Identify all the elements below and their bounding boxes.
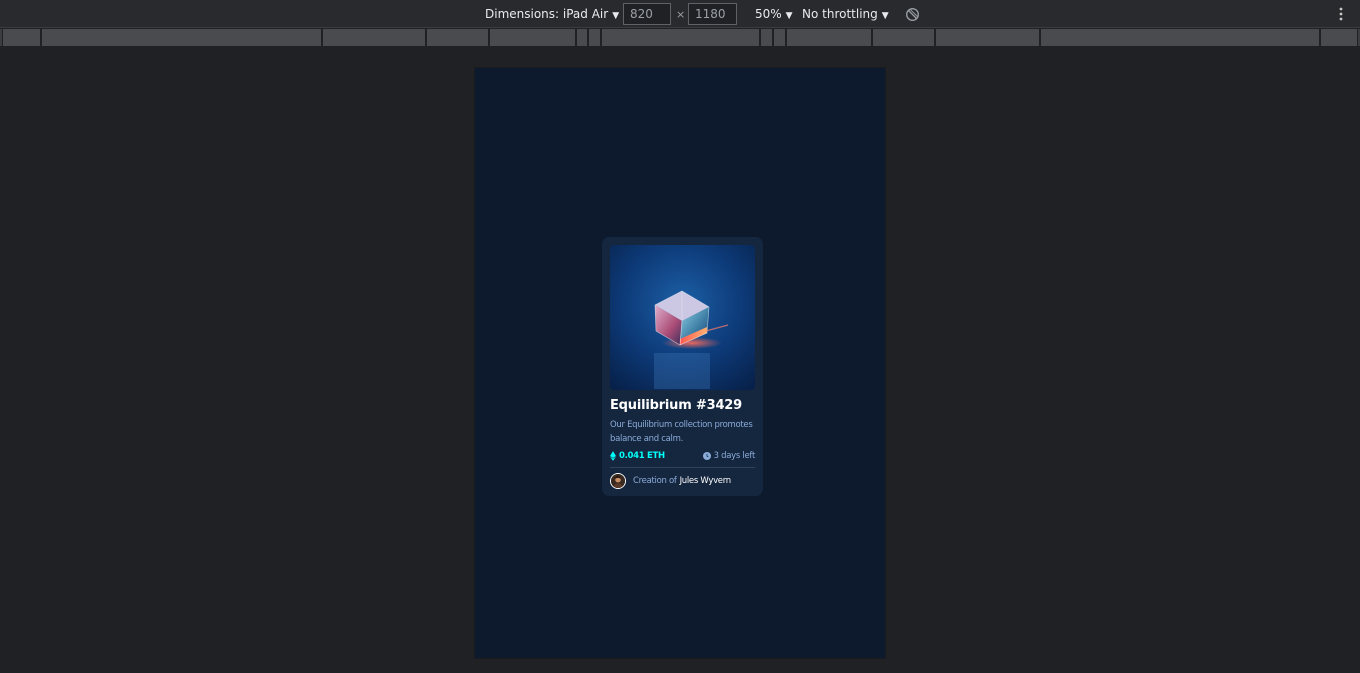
card-description: Our Equilibrium collection promotes bala…	[610, 420, 753, 444]
media-query-segment[interactable]	[786, 29, 872, 46]
price-stat: 0.041 ETH	[610, 451, 665, 461]
media-query-segment[interactable]	[935, 29, 1040, 46]
device-toolbar: Dimensions: iPad Air▼ × 50%▼ No throttli…	[0, 0, 1360, 28]
throttling-selector[interactable]: No throttling ▼	[802, 0, 889, 28]
chevron-down-icon: ▼	[881, 11, 889, 21]
media-query-segment[interactable]	[41, 29, 322, 46]
ethereum-icon	[610, 451, 616, 461]
time-left-value: 3 days left	[713, 451, 756, 461]
card-title[interactable]: Equilibrium #3429	[610, 398, 755, 413]
device-selector-label: Dimensions: iPad Air	[485, 7, 609, 21]
zoom-label: 50%	[755, 7, 782, 21]
width-input[interactable]	[623, 3, 671, 25]
media-query-segment[interactable]	[576, 29, 588, 46]
card-stats: 0.041 ETH 3 days left	[610, 450, 755, 468]
media-query-segment[interactable]	[1040, 29, 1320, 46]
media-query-segment[interactable]	[2, 29, 41, 46]
media-query-segment[interactable]	[426, 29, 489, 46]
creator-text: Creation of Jules Wyvern	[633, 476, 731, 486]
nft-image[interactable]	[610, 245, 755, 390]
nft-card: Equilibrium #3429 Our Equilibrium collec…	[602, 237, 763, 496]
rotate-icon[interactable]	[905, 7, 920, 22]
creator-name-link[interactable]: Jules Wyvern	[680, 476, 732, 486]
avatar	[610, 473, 626, 489]
media-query-segment[interactable]	[601, 29, 760, 46]
chevron-down-icon: ▼	[612, 11, 620, 21]
media-query-segment[interactable]	[322, 29, 426, 46]
time-stat: 3 days left	[702, 451, 756, 461]
media-query-segment[interactable]	[1320, 29, 1358, 46]
media-query-segment[interactable]	[872, 29, 935, 46]
media-query-segment[interactable]	[588, 29, 601, 46]
chevron-down-icon: ▼	[785, 11, 793, 21]
creator-row: Creation of Jules Wyvern	[610, 473, 755, 489]
price-value: 0.041 ETH	[619, 451, 665, 461]
more-vertical-icon[interactable]	[1336, 6, 1346, 22]
device-viewport: Equilibrium #3429 Our Equilibrium collec…	[475, 68, 885, 658]
throttling-label: No throttling	[802, 7, 878, 21]
device-selector[interactable]: Dimensions: iPad Air ▼	[485, 0, 619, 28]
media-query-segment[interactable]	[489, 29, 576, 46]
media-query-bar	[0, 29, 1360, 46]
times-symbol: ×	[676, 8, 686, 21]
media-query-segment[interactable]	[760, 29, 773, 46]
creator-prefix: Creation of	[633, 476, 677, 486]
height-input[interactable]	[688, 3, 737, 25]
clock-icon	[702, 452, 711, 460]
media-query-segment[interactable]	[773, 29, 786, 46]
zoom-selector[interactable]: 50% ▼	[755, 0, 793, 28]
